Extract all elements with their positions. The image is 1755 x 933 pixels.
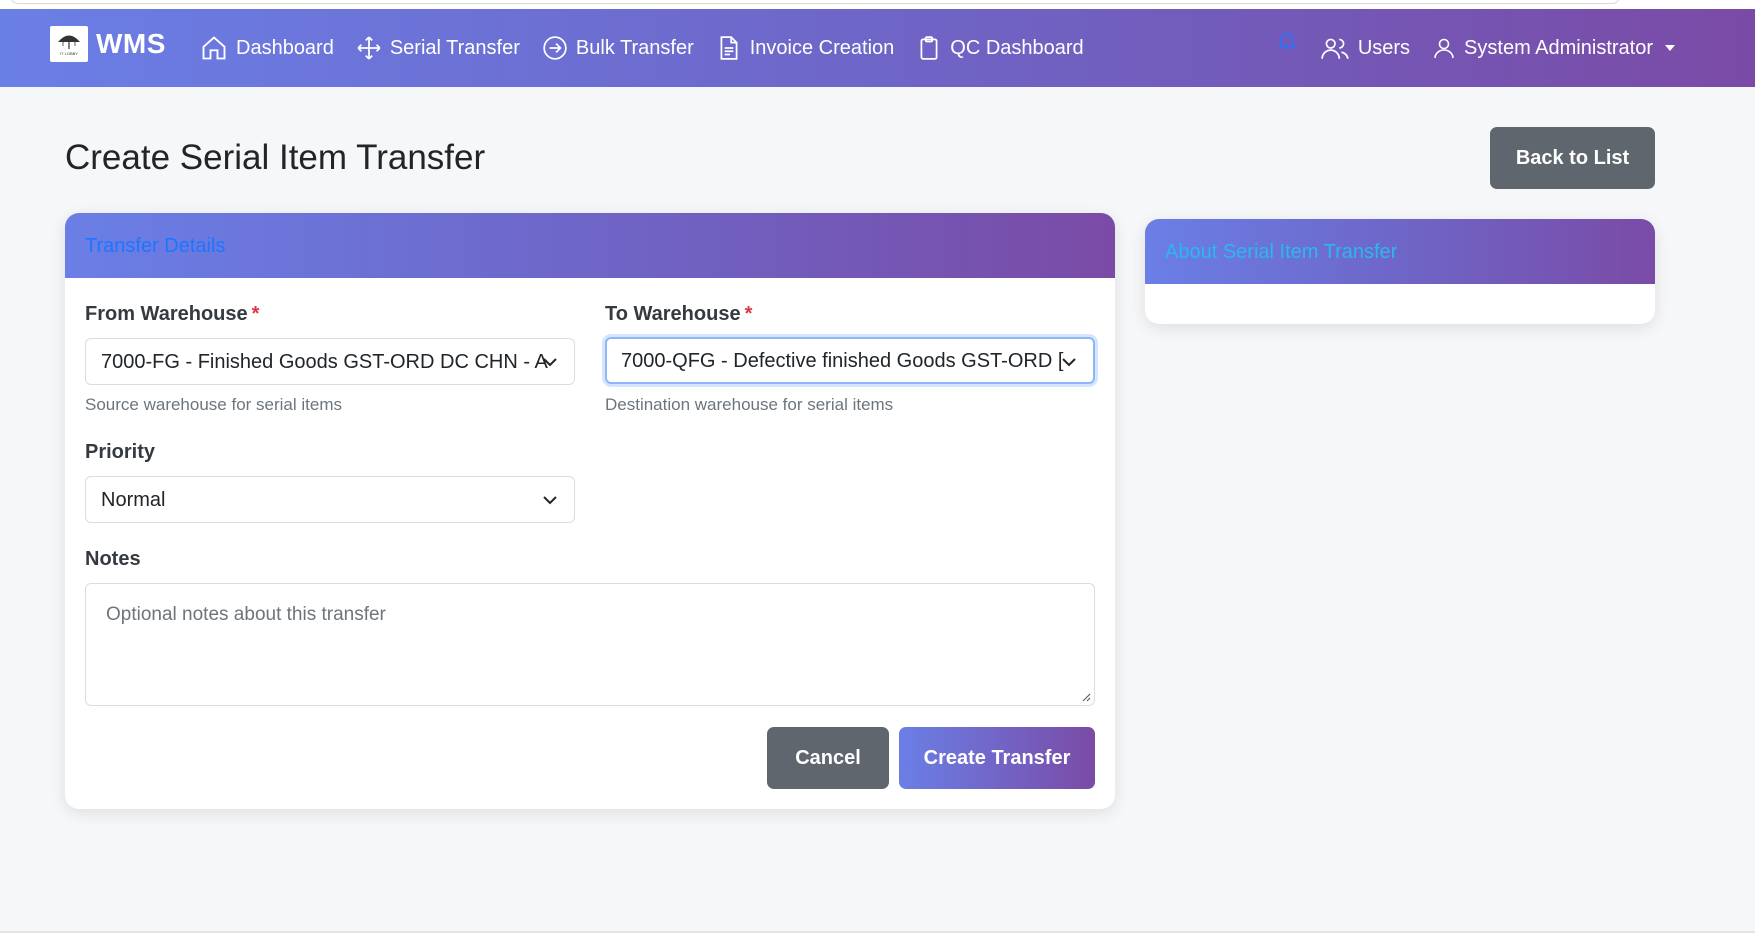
- cancel-button[interactable]: Cancel: [767, 727, 889, 789]
- nav-dashboard-label: Dashboard: [236, 36, 334, 59]
- nav-users[interactable]: Users: [1320, 34, 1410, 62]
- transfer-details-title: Transfer Details: [85, 235, 226, 257]
- to-warehouse-help: Destination warehouse for serial items: [605, 395, 894, 414]
- about-card: About Serial Item Transfer: [1145, 219, 1655, 324]
- required-mark: *: [251, 303, 260, 325]
- notification-button[interactable]: [1276, 29, 1298, 56]
- chevron-down-icon: [543, 358, 557, 367]
- users-icon: [1321, 38, 1349, 59]
- priority-select[interactable]: Normal: [85, 476, 575, 523]
- nav-invoice-creation[interactable]: Invoice Creation: [716, 34, 895, 62]
- from-warehouse-help: Source warehouse for serial items: [85, 395, 343, 414]
- priority-value: Normal: [101, 489, 166, 511]
- back-to-list-button[interactable]: Back to List: [1490, 127, 1655, 189]
- main-nav: Dashboard Serial Transfer Bulk Transfer …: [200, 9, 1106, 87]
- create-transfer-button[interactable]: Create Transfer: [899, 727, 1095, 789]
- move-arrows-icon: [357, 36, 381, 60]
- transfer-details-card-header: Transfer Details: [65, 213, 1115, 278]
- brand-name: WMS: [96, 28, 166, 59]
- home-icon: [202, 36, 226, 60]
- user-menu-label: System Administrator: [1464, 36, 1653, 59]
- umbrella-logo-icon: [58, 35, 80, 49]
- nav-bulk-transfer[interactable]: Bulk Transfer: [542, 35, 694, 61]
- chevron-down-icon: [543, 496, 557, 505]
- nav-right: Users System Administrator: [1276, 9, 1675, 87]
- nav-qc-dashboard-label: QC Dashboard: [950, 36, 1084, 59]
- from-warehouse-label: From Warehouse *: [85, 303, 259, 326]
- nav-serial-transfer-label: Serial Transfer: [389, 36, 520, 59]
- user-menu-dropdown[interactable]: System Administrator: [1432, 34, 1675, 62]
- page-title: Create Serial Item Transfer: [65, 138, 486, 177]
- browser-top-strip: [0, 0, 1755, 9]
- from-warehouse-value: 7000-FG - Finished Goods GST-ORD DC CHN …: [101, 351, 548, 373]
- user-icon: [1434, 38, 1454, 59]
- nav-serial-transfer[interactable]: Serial Transfer: [356, 35, 520, 61]
- to-warehouse-value: 7000-QFG - Defective finished Goods GST-…: [621, 350, 1064, 372]
- to-warehouse-label: To Warehouse *: [605, 303, 752, 326]
- nav-invoice-creation-label: Invoice Creation: [749, 36, 895, 59]
- about-card-header: About Serial Item Transfer: [1145, 219, 1655, 284]
- required-mark: *: [744, 303, 753, 325]
- caret-down-icon: [1665, 45, 1675, 51]
- notes-placeholder: Optional notes about this transfer: [106, 604, 386, 625]
- nav-qc-dashboard[interactable]: QC Dashboard: [916, 34, 1084, 62]
- to-warehouse-select[interactable]: 7000-QFG - Defective finished Goods GST-…: [605, 337, 1095, 384]
- brand-logo: IT LOBBY: [50, 26, 88, 62]
- transfer-details-card: Transfer Details From Warehouse * 7000-FG…: [65, 213, 1115, 809]
- nav-users-label: Users: [1357, 36, 1411, 59]
- from-warehouse-label-text: From Warehouse: [85, 303, 248, 325]
- priority-label: Priority: [85, 441, 156, 463]
- top-navbar: IT LOBBY WMS Dashboard Serial Transfer B…: [0, 9, 1755, 87]
- logo-text: IT LOBBY: [60, 50, 78, 56]
- document-icon: [720, 36, 738, 60]
- from-warehouse-select[interactable]: 7000-FG - Finished Goods GST-ORD DC CHN …: [85, 338, 575, 385]
- chevron-down-icon: [1062, 358, 1076, 367]
- resize-handle-icon[interactable]: [1081, 692, 1091, 702]
- clipboard-icon: [920, 36, 938, 60]
- about-card-title: About Serial Item Transfer: [1165, 241, 1398, 263]
- brand[interactable]: IT LOBBY WMS: [50, 26, 166, 62]
- to-warehouse-label-text: To Warehouse: [605, 303, 741, 325]
- browser-address-bar[interactable]: [10, 0, 1620, 4]
- notes-textarea[interactable]: Optional notes about this transfer: [85, 583, 1095, 706]
- arrow-circle-right-icon: [543, 36, 567, 60]
- nav-dashboard[interactable]: Dashboard: [200, 34, 334, 62]
- bell-icon: [1277, 32, 1296, 49]
- notes-label: Notes: [85, 548, 141, 570]
- nav-bulk-transfer-label: Bulk Transfer: [575, 36, 694, 59]
